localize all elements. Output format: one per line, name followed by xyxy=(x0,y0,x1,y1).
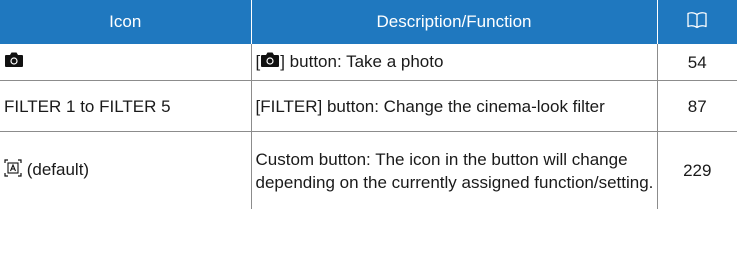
page-cell: 54 xyxy=(657,44,737,81)
custom-button-icon xyxy=(4,159,22,183)
header-page xyxy=(657,0,737,44)
header-icon: Icon xyxy=(0,0,252,44)
description-cell: [] button: Take a photo xyxy=(251,44,658,81)
page-cell: 87 xyxy=(657,80,737,132)
table-row: FILTER 1 to FILTER 5 [FILTER] button: Ch… xyxy=(0,80,737,132)
table-row: (default) Custom button: The icon in the… xyxy=(0,131,737,209)
icon-cell: FILTER 1 to FILTER 5 xyxy=(0,80,252,132)
icon-cell xyxy=(0,44,252,81)
camera-icon xyxy=(4,51,24,74)
book-icon xyxy=(686,11,708,34)
page-cell: 229 xyxy=(683,161,712,180)
header-description: Description/Function xyxy=(251,0,658,44)
function-table: Icon Description/Function [] button: Ta… xyxy=(0,0,737,209)
camera-icon xyxy=(260,51,280,74)
description-cell: Custom button: The icon in the button wi… xyxy=(251,131,658,209)
description-cell: [FILTER] button: Change the cinema-look … xyxy=(251,80,658,132)
table-header-row: Icon Description/Function xyxy=(0,0,737,44)
table-row: [] button: Take a photo 54 xyxy=(0,44,737,81)
icon-cell: (default) xyxy=(0,131,252,209)
